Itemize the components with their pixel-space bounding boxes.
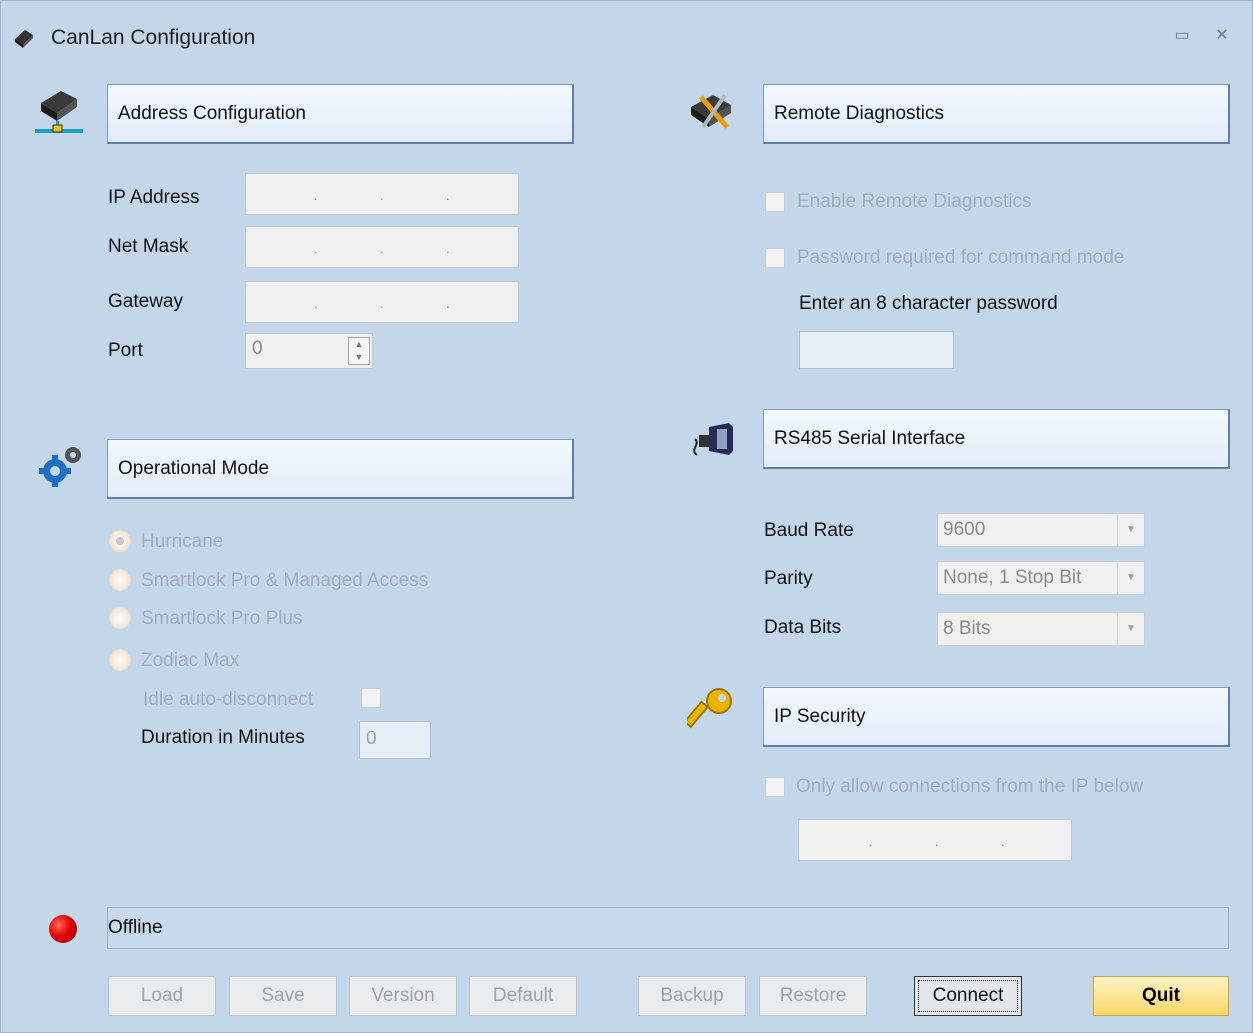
gears-icon (39, 447, 81, 487)
ip-address-label: IP Address (108, 187, 200, 208)
connect-button[interactable]: Connect (914, 976, 1022, 1016)
password-input[interactable] (799, 331, 954, 369)
save-button[interactable]: Save (229, 976, 337, 1016)
address-configuration-button[interactable]: Address Configuration (107, 84, 574, 144)
window-title: CanLan Configuration (51, 26, 256, 49)
password-prompt-label: Enter an 8 character password (799, 293, 1058, 314)
restore-button[interactable]: Restore (759, 976, 867, 1016)
rs485-serial-interface-label: RS485 Serial Interface (774, 427, 966, 449)
data-bits-label: Data Bits (764, 617, 842, 638)
gateway-label: Gateway (108, 291, 183, 312)
app-window: CanLan Configuration ▭ ✕ Address Configu… (0, 0, 1253, 1033)
chevron-down-icon[interactable]: ▼ (1117, 514, 1144, 546)
only-allow-ip-label: Only allow connections from the IP below (796, 776, 1144, 797)
radio-label-smartlock-pro-plus: Smartlock Pro Plus (141, 608, 303, 629)
password-required-checkbox[interactable] (765, 248, 785, 268)
network-device-icon (35, 91, 83, 133)
address-configuration-label: Address Configuration (118, 102, 306, 124)
load-button[interactable]: Load (108, 976, 216, 1016)
version-button[interactable]: Version (349, 976, 457, 1016)
radio-label-zodiac-max: Zodiac Max (141, 650, 240, 671)
radio-smartlock-pro-managed[interactable] (109, 569, 131, 591)
status-text: Offline (108, 917, 163, 938)
radio-label-hurricane: Hurricane (141, 531, 224, 552)
idle-auto-disconnect-label: Idle auto-disconnect (143, 689, 314, 710)
status-led-icon (49, 915, 77, 943)
chevron-up-icon[interactable]: ▲ (349, 338, 369, 351)
port-label: Port (108, 340, 143, 361)
version-button-label: Version (371, 985, 435, 1006)
data-bits-value: 8 Bits (943, 618, 991, 639)
baud-rate-label: Baud Rate (764, 520, 854, 541)
default-button[interactable]: Default (469, 976, 577, 1016)
load-button-label: Load (140, 985, 184, 1006)
backup-button[interactable]: Backup (638, 976, 746, 1016)
quit-button[interactable]: Quit (1093, 976, 1229, 1016)
ip-address-input[interactable]: ... (245, 173, 519, 215)
duration-value: 0 (366, 728, 377, 749)
backup-button-label: Backup (660, 985, 724, 1006)
operational-mode-button[interactable]: Operational Mode (107, 439, 574, 499)
device-tools-icon (691, 93, 731, 129)
radio-zodiac-max[interactable] (109, 649, 131, 671)
port-value: 0 (252, 338, 263, 359)
port-stepper[interactable]: 0 ▲ ▼ (245, 333, 373, 369)
close-button[interactable]: ✕ (1209, 23, 1235, 49)
ip-security-button[interactable]: IP Security (763, 687, 1230, 747)
chevron-down-icon[interactable]: ▼ (1117, 613, 1144, 645)
parity-value: None, 1 Stop Bit (943, 567, 1082, 588)
enable-remote-diagnostics-label: Enable Remote Diagnostics (797, 191, 1032, 212)
remote-diagnostics-label: Remote Diagnostics (774, 102, 945, 124)
allowed-ip-input[interactable]: ... (798, 819, 1072, 861)
gateway-input[interactable]: ... (245, 281, 519, 323)
operational-mode-label: Operational Mode (118, 457, 270, 479)
baud-rate-select[interactable]: 9600 ▼ (937, 513, 1145, 547)
only-allow-ip-checkbox[interactable] (765, 777, 785, 797)
minimize-button[interactable]: ▭ (1169, 23, 1195, 49)
parity-select[interactable]: None, 1 Stop Bit ▼ (937, 561, 1145, 595)
password-required-label: Password required for command mode (797, 247, 1125, 268)
enable-remote-diagnostics-checkbox[interactable] (765, 192, 785, 212)
radio-hurricane[interactable] (109, 530, 131, 552)
duration-input[interactable]: 0 (359, 721, 431, 759)
save-button-label: Save (261, 985, 305, 1006)
port-stepper-arrows[interactable]: ▲ ▼ (348, 337, 370, 365)
app-icon (15, 30, 33, 48)
title-bar: CanLan Configuration ▭ ✕ (1, 1, 1252, 75)
default-button-label: Default (492, 985, 554, 1006)
chevron-down-icon[interactable]: ▼ (1117, 562, 1144, 594)
net-mask-input[interactable]: ... (245, 226, 519, 268)
idle-auto-disconnect-checkbox[interactable] (361, 688, 381, 708)
restore-button-label: Restore (779, 985, 847, 1006)
duration-label: Duration in Minutes (141, 727, 305, 748)
radio-label-smartlock-pro-managed: Smartlock Pro & Managed Access (141, 570, 429, 591)
parity-label: Parity (764, 568, 813, 589)
quit-button-label: Quit (1142, 985, 1180, 1006)
serial-connector-icon (693, 423, 733, 456)
net-mask-label: Net Mask (108, 236, 189, 257)
radio-smartlock-pro-plus[interactable] (109, 607, 131, 629)
status-bar: Offline (107, 907, 1229, 949)
data-bits-select[interactable]: 8 Bits ▼ (937, 612, 1145, 646)
rs485-serial-interface-button[interactable]: RS485 Serial Interface (763, 409, 1230, 469)
key-icon (687, 688, 732, 729)
chevron-down-icon[interactable]: ▼ (349, 351, 369, 364)
remote-diagnostics-button[interactable]: Remote Diagnostics (763, 84, 1230, 144)
baud-rate-value: 9600 (943, 519, 986, 540)
ip-security-label: IP Security (774, 705, 866, 727)
